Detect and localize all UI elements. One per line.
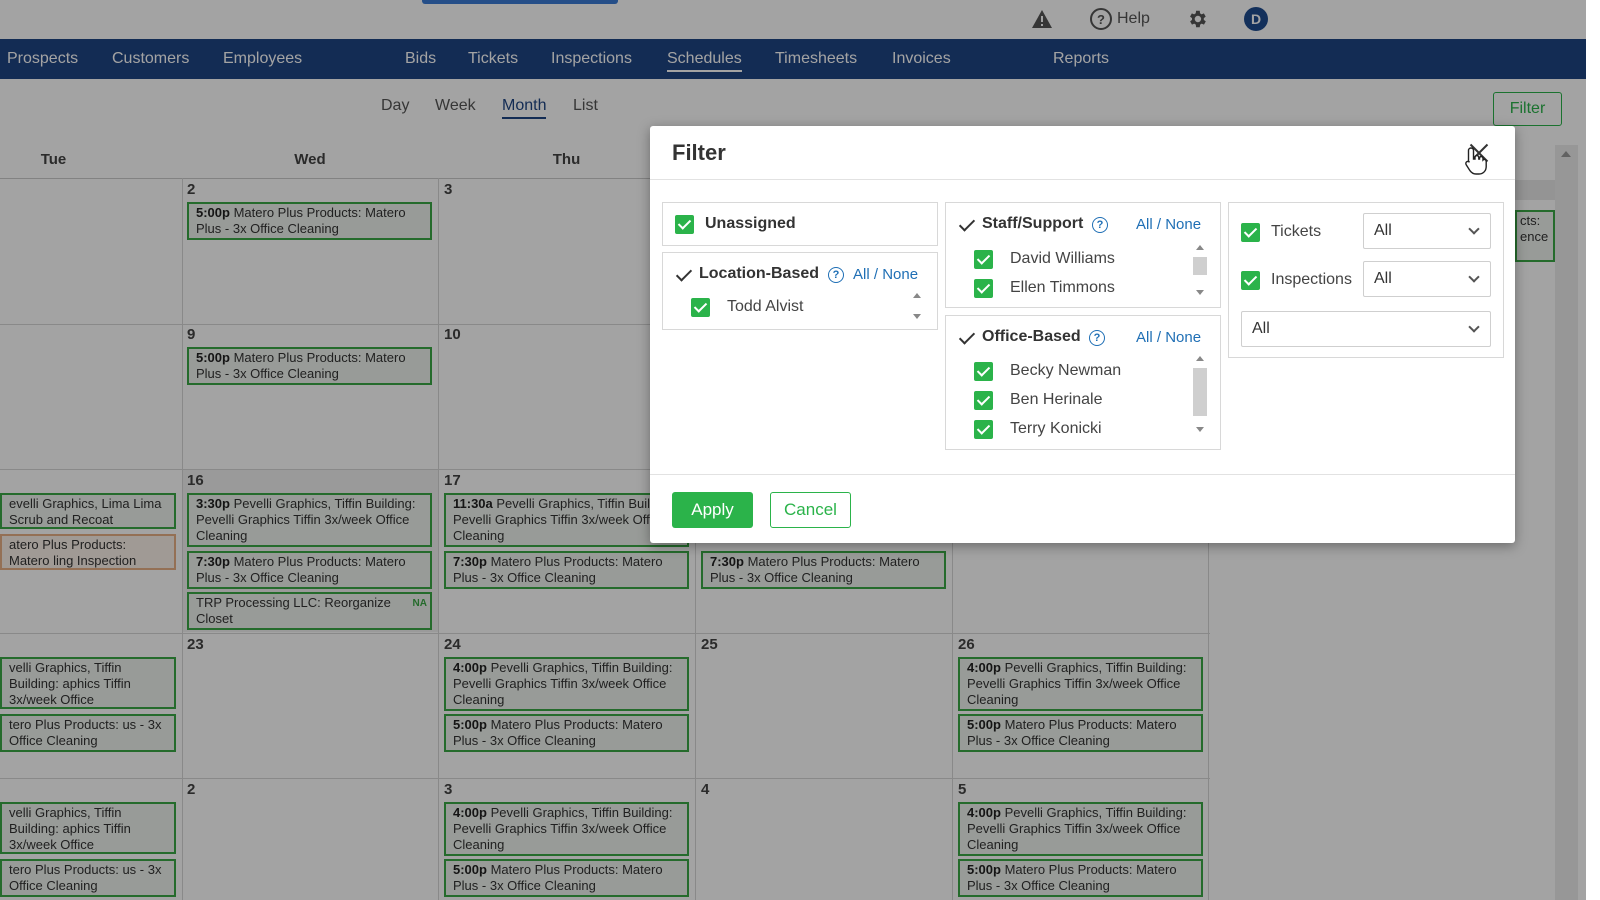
office-based-label: Office-Based [982, 328, 1081, 345]
check-icon[interactable] [958, 216, 976, 234]
modal-divider [650, 179, 1515, 180]
member-label: Ben Herinale [1010, 391, 1103, 408]
scroll-thumb[interactable] [1193, 368, 1207, 416]
all-none-links: All / None [1136, 329, 1202, 346]
unassigned-label: Unassigned [705, 215, 796, 232]
member-checkbox[interactable] [974, 420, 993, 439]
chevron-down-icon [1468, 321, 1480, 333]
list-scrollbar[interactable] [1192, 356, 1208, 432]
inspections-select[interactable]: All [1363, 261, 1491, 297]
filter-modal: Filter Unassigned Location-Based ? All /… [650, 126, 1515, 543]
tickets-select[interactable]: All [1363, 213, 1491, 249]
select-none-link[interactable]: None [882, 266, 918, 283]
list-scrollbar[interactable] [909, 293, 925, 319]
question-icon[interactable]: ? [1092, 217, 1108, 233]
hand-cursor-icon [1465, 147, 1487, 175]
question-icon[interactable]: ? [1089, 330, 1105, 346]
inspections-checkbox[interactable] [1241, 271, 1260, 290]
scroll-up-icon [913, 293, 921, 298]
member-checkbox[interactable] [974, 362, 993, 381]
chevron-down-icon [1468, 223, 1480, 235]
member-checkbox[interactable] [691, 298, 710, 317]
select-all-link[interactable]: All [853, 266, 870, 283]
member-label: David Williams [1010, 250, 1115, 267]
inspections-label: Inspections [1271, 271, 1352, 288]
location-based-panel: Location-Based ? All / None Todd Alvist [662, 252, 938, 330]
all-none-links: All / None [1136, 216, 1202, 233]
staff-support-panel: Staff/Support ? All / None David William… [945, 202, 1221, 308]
modal-title: Filter [672, 140, 726, 165]
apply-button[interactable]: Apply [672, 492, 753, 528]
tickets-checkbox[interactable] [1241, 223, 1260, 242]
staff-support-label: Staff/Support [982, 215, 1084, 232]
chevron-down-icon [1468, 271, 1480, 283]
member-label: Becky Newman [1010, 362, 1122, 379]
extra-select[interactable]: All [1241, 311, 1491, 347]
scroll-up-icon [1196, 356, 1204, 361]
unassigned-checkbox[interactable] [675, 215, 694, 234]
check-icon[interactable] [958, 329, 976, 347]
member-label: Ellen Timmons [1010, 279, 1115, 296]
list-scrollbar[interactable] [1192, 245, 1208, 295]
select-none-link[interactable]: None [1165, 216, 1201, 233]
check-icon[interactable] [675, 266, 693, 284]
all-none-links: All / None [853, 266, 919, 283]
member-label: Terry Konicki [1010, 420, 1102, 437]
location-based-label: Location-Based [699, 265, 820, 282]
member-checkbox[interactable] [974, 391, 993, 410]
scroll-up-icon [1196, 245, 1204, 250]
select-all-link[interactable]: All [1136, 329, 1153, 346]
member-checkbox[interactable] [974, 250, 993, 269]
office-based-panel: Office-Based ? All / None Becky Newman B… [945, 315, 1221, 450]
select-all-link[interactable]: All [1136, 216, 1153, 233]
cancel-button[interactable]: Cancel [770, 492, 851, 528]
types-panel: Tickets All Inspections All All [1228, 202, 1504, 358]
scroll-thumb[interactable] [1193, 257, 1207, 275]
scroll-down-icon [913, 314, 921, 319]
tickets-label: Tickets [1271, 223, 1322, 240]
unassigned-panel: Unassigned [662, 202, 938, 246]
select-none-link[interactable]: None [1165, 329, 1201, 346]
member-label: Todd Alvist [727, 298, 804, 315]
question-icon[interactable]: ? [828, 267, 844, 283]
modal-footer-divider [650, 474, 1515, 475]
scroll-down-icon [1196, 427, 1204, 432]
member-checkbox[interactable] [974, 279, 993, 298]
scroll-down-icon [1196, 290, 1204, 295]
